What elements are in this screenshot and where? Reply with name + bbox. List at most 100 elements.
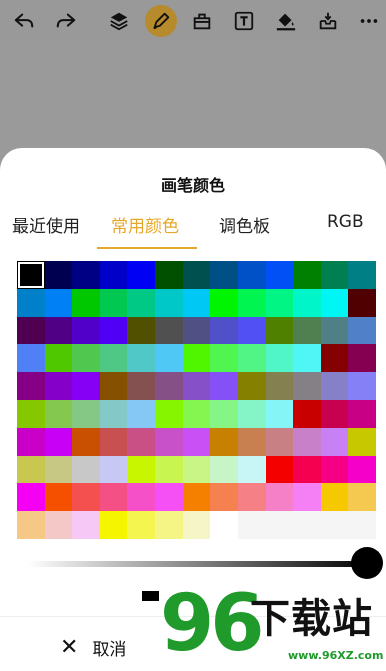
layers-button[interactable] (103, 5, 135, 37)
color-swatch[interactable] (182, 316, 211, 345)
undo-button[interactable] (8, 5, 40, 37)
color-swatch[interactable] (210, 344, 239, 373)
color-swatch[interactable] (348, 427, 377, 457)
color-swatch[interactable] (127, 483, 156, 512)
color-swatch[interactable] (348, 261, 377, 290)
color-swatch[interactable] (17, 288, 46, 318)
color-swatch[interactable] (182, 372, 211, 401)
color-swatch[interactable] (44, 261, 73, 290)
color-swatch[interactable] (17, 511, 46, 540)
color-swatch[interactable] (293, 455, 322, 484)
color-swatch[interactable] (155, 427, 184, 457)
color-swatch[interactable] (210, 400, 239, 429)
color-swatch[interactable] (44, 427, 73, 457)
color-swatch[interactable] (155, 372, 184, 401)
color-swatch[interactable] (320, 400, 349, 429)
text-button[interactable] (228, 5, 260, 37)
color-swatch[interactable] (237, 288, 267, 318)
color-swatch[interactable] (237, 483, 267, 512)
tab-palette[interactable]: 调色板 (219, 212, 270, 237)
color-swatch[interactable] (99, 455, 128, 484)
color-swatch[interactable] (72, 372, 101, 401)
more-button[interactable] (353, 5, 385, 37)
color-swatch[interactable] (72, 261, 101, 290)
color-swatch[interactable] (99, 427, 128, 457)
color-swatch[interactable] (99, 372, 128, 401)
redo-button[interactable] (50, 5, 82, 37)
color-swatch[interactable] (320, 455, 349, 484)
color-swatch[interactable] (237, 372, 267, 401)
color-swatch[interactable] (348, 400, 377, 429)
color-swatch[interactable] (17, 344, 46, 373)
color-swatch[interactable] (72, 344, 101, 373)
color-swatch[interactable] (210, 483, 239, 512)
color-swatch[interactable] (99, 400, 128, 429)
color-swatch[interactable] (182, 261, 211, 290)
color-swatch[interactable] (155, 344, 184, 373)
color-swatch[interactable] (127, 372, 156, 401)
color-swatch[interactable] (265, 261, 294, 290)
color-swatch[interactable] (127, 316, 156, 345)
color-swatch[interactable] (72, 400, 101, 429)
color-swatch[interactable] (182, 344, 211, 373)
color-swatch[interactable] (348, 316, 377, 345)
color-swatch[interactable] (182, 427, 211, 457)
color-swatch[interactable] (127, 288, 156, 318)
color-swatch[interactable] (99, 261, 128, 290)
color-swatch[interactable] (210, 288, 239, 318)
color-swatch[interactable] (182, 400, 211, 429)
color-swatch[interactable] (99, 316, 128, 345)
color-swatch[interactable] (265, 288, 294, 318)
color-swatch[interactable] (265, 372, 294, 401)
color-swatch[interactable] (155, 511, 184, 540)
color-swatch[interactable] (17, 400, 46, 429)
color-swatch[interactable] (44, 316, 73, 345)
color-swatch[interactable] (210, 511, 239, 540)
color-swatch[interactable] (265, 511, 294, 540)
color-swatch[interactable] (182, 455, 211, 484)
color-swatch[interactable] (348, 372, 377, 401)
color-swatch[interactable] (293, 288, 322, 318)
cancel-button[interactable]: ✕ 取消 (60, 635, 126, 660)
color-swatch[interactable] (17, 261, 46, 290)
color-swatch[interactable] (210, 372, 239, 401)
color-swatch[interactable] (44, 344, 73, 373)
color-swatch[interactable] (320, 288, 349, 318)
color-swatch[interactable] (237, 316, 267, 345)
color-swatch[interactable] (293, 261, 322, 290)
color-swatch[interactable] (72, 455, 101, 484)
color-swatch[interactable] (44, 483, 73, 512)
color-swatch[interactable] (348, 344, 377, 373)
color-swatch[interactable] (17, 455, 46, 484)
color-swatch[interactable] (237, 261, 267, 290)
color-swatch[interactable] (265, 344, 294, 373)
opacity-slider-track[interactable] (27, 561, 373, 567)
color-swatch[interactable] (320, 344, 349, 373)
color-swatch[interactable] (17, 372, 46, 401)
color-swatch[interactable] (182, 483, 211, 512)
color-swatch[interactable] (237, 511, 267, 540)
color-swatch[interactable] (348, 288, 377, 318)
color-swatch[interactable] (293, 427, 322, 457)
color-swatch[interactable] (265, 427, 294, 457)
color-swatch[interactable] (265, 316, 294, 345)
color-swatch[interactable] (155, 316, 184, 345)
color-swatch[interactable] (72, 427, 101, 457)
color-swatch[interactable] (182, 288, 211, 318)
color-swatch[interactable] (348, 455, 377, 484)
color-swatch[interactable] (210, 261, 239, 290)
color-swatch[interactable] (265, 455, 294, 484)
color-swatch[interactable] (72, 483, 101, 512)
color-swatch[interactable] (210, 455, 239, 484)
color-swatch[interactable] (320, 261, 349, 290)
color-swatch[interactable] (99, 344, 128, 373)
color-swatch[interactable] (348, 511, 377, 540)
color-swatch[interactable] (44, 372, 73, 401)
color-swatch[interactable] (44, 455, 73, 484)
color-swatch[interactable] (44, 511, 73, 540)
color-swatch[interactable] (265, 483, 294, 512)
color-swatch[interactable] (99, 288, 128, 318)
color-swatch[interactable] (320, 511, 349, 540)
save-button[interactable] (312, 5, 344, 37)
color-swatch[interactable] (127, 261, 156, 290)
